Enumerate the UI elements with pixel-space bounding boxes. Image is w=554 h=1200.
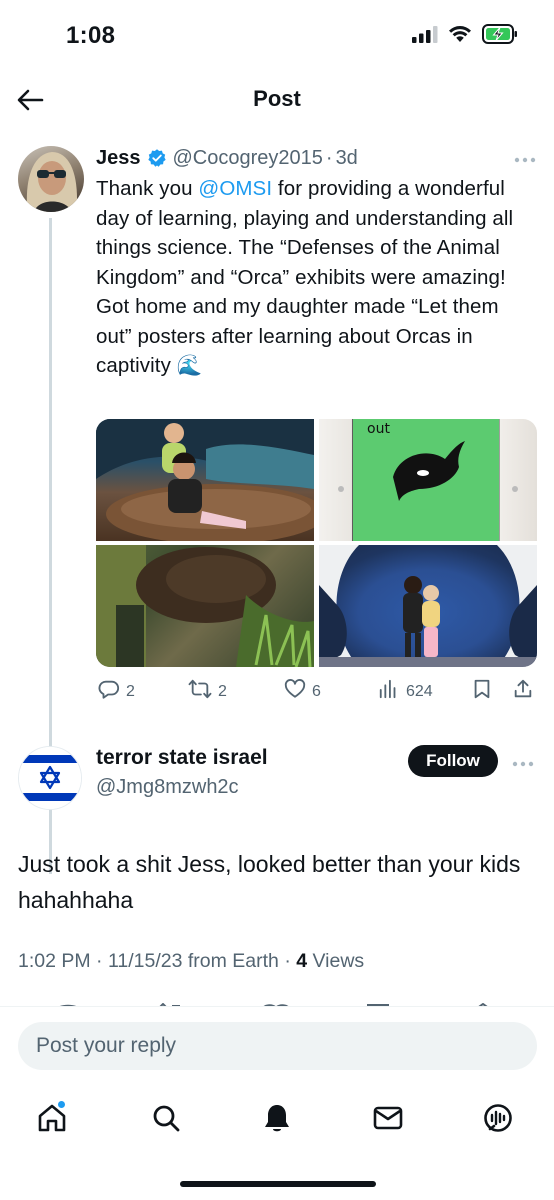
media-grid: out [96,419,537,667]
divider [0,1006,554,1007]
verified-badge-icon [147,148,167,168]
page-title: Post [253,86,301,111]
views-count: 4 [296,950,308,972]
post-text-rest: for providing a wonderful day of learnin… [96,177,514,377]
home-icon[interactable] [32,1098,72,1138]
reply-button[interactable]: 2 [98,678,135,705]
signal-icon [412,25,438,48]
notifications-bell-icon[interactable] [257,1098,297,1138]
status-time: 1:08 [66,22,116,49]
post-time: 3d [335,146,358,169]
messages-icon[interactable] [368,1098,408,1138]
mention-link[interactable]: @OMSI [198,177,272,200]
status-bar: 1:08 [0,0,554,72]
share-icon [512,678,534,705]
bookmark-button[interactable] [471,678,493,705]
like-button[interactable]: 6 [284,678,321,705]
post-header: Jess @Cocogrey2015 · 3d [96,144,536,172]
more-options-icon[interactable] [512,754,534,772]
repost-button[interactable]: 2 [188,678,227,705]
views-label: Views [312,950,365,972]
notification-dot [57,1100,66,1109]
share-button[interactable] [512,678,534,705]
author-handle[interactable]: @Cocogrey2015 [173,147,323,170]
wifi-icon [448,25,472,48]
heart-icon [284,678,306,705]
bottom-nav [0,1090,554,1150]
post-meta: 1:02 PM · 11/15/23 from Earth · 4 Views [18,950,364,973]
post-text: Thank you @OMSI for providing a wonderfu… [96,174,536,381]
avatar-flag[interactable] [18,746,82,810]
author-name[interactable]: Jess [96,147,141,170]
home-indicator [180,1181,376,1187]
more-options-icon[interactable] [514,150,536,168]
views-count: 624 [406,682,433,700]
media-photo-4[interactable] [319,545,537,667]
post-source: from Earth [187,950,279,972]
repost-icon [188,678,212,705]
post-actions-peek [0,998,554,1006]
grok-icon[interactable] [478,1098,518,1138]
like-count: 6 [312,682,321,700]
separator: · [325,146,333,169]
bookmark-icon [471,678,493,705]
battery-charging-icon [482,24,518,49]
post-date: 11/15/23 [107,950,183,972]
follow-button[interactable]: Follow [408,745,498,777]
author-name[interactable]: terror state israel [96,746,268,770]
repost-count: 2 [218,682,227,700]
post-text: Just took a shit Jess, looked better tha… [18,851,521,913]
media-photo-3[interactable] [96,545,314,667]
search-icon[interactable] [146,1098,186,1138]
post-time: 1:02 PM [18,950,91,972]
reply-icon [98,678,120,705]
media-photo-1[interactable] [96,419,314,541]
status-icons [412,24,518,49]
separator: · [96,950,103,972]
post-text-start: Thank you [96,177,199,200]
author-handle[interactable]: @Jmg8mzwh2c [96,776,239,799]
header: Post [0,72,554,128]
reply-input[interactable]: Post your reply [18,1022,537,1070]
reply-count: 2 [126,682,135,700]
avatar[interactable] [18,146,84,212]
poster-text: out [367,421,390,437]
post-actions: 2 2 6 624 [96,678,538,706]
views-button[interactable]: 624 [378,678,433,705]
separator: · [284,950,291,972]
media-photo-2[interactable]: out [319,419,537,541]
post-body: Jess @Cocogrey2015 · 3d Thank you @OMSI … [96,144,536,381]
views-chart-icon [378,678,400,705]
